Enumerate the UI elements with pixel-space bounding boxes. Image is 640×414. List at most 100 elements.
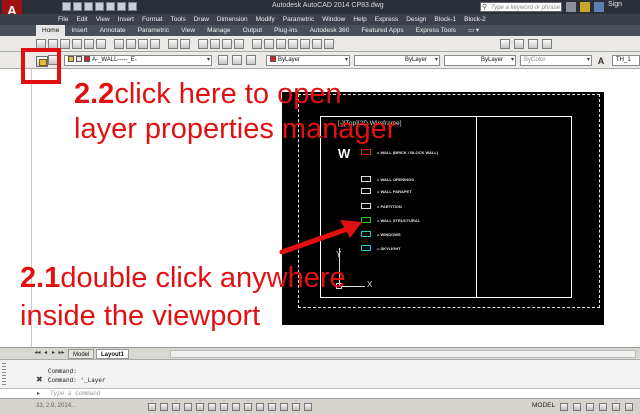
- properties-icon[interactable]: [252, 39, 262, 49]
- search-input[interactable]: ⚲ Type a keyword or phrase: [480, 2, 562, 12]
- zoom-previous-icon[interactable]: [234, 39, 244, 49]
- tab-express-tools[interactable]: Express Tools: [410, 25, 462, 36]
- tab-model[interactable]: Model: [68, 349, 95, 359]
- menu-file[interactable]: File: [58, 14, 76, 25]
- pan-icon[interactable]: [198, 39, 208, 49]
- quick-view-layouts-icon[interactable]: [560, 403, 568, 411]
- quickcalc-icon[interactable]: [312, 39, 322, 49]
- layer-previous-icon[interactable]: [232, 55, 242, 65]
- ortho-icon[interactable]: [172, 403, 180, 411]
- save-as-icon[interactable]: [95, 2, 104, 11]
- otrack-icon[interactable]: [220, 403, 228, 411]
- menu-help[interactable]: Help: [353, 14, 374, 25]
- layer-combo[interactable]: A-_WALL-----_E- ▾: [64, 55, 212, 66]
- first-layout-icon[interactable]: ◂◂: [34, 350, 41, 357]
- command-line-grip[interactable]: [2, 363, 6, 385]
- sc-icon[interactable]: [292, 403, 300, 411]
- tab-view[interactable]: View: [175, 25, 201, 36]
- tab-featured-apps[interactable]: Featured Apps: [355, 25, 409, 36]
- menu-modify[interactable]: Modify: [256, 14, 283, 25]
- tool-palettes-icon[interactable]: [276, 39, 286, 49]
- mleaderstyle-icon[interactable]: [542, 39, 552, 49]
- textstyle-combo[interactable]: TH_1: [612, 55, 640, 66]
- copy-icon[interactable]: [126, 39, 136, 49]
- prev-layout-icon[interactable]: ◂: [42, 350, 49, 357]
- menu-insert[interactable]: Insert: [118, 14, 142, 25]
- command-prompt-icon[interactable]: ▸: [37, 390, 40, 397]
- plotstyle-combo[interactable]: ByColor ▾: [520, 55, 592, 66]
- text-style-icon[interactable]: A: [596, 56, 606, 66]
- menu-window[interactable]: Window: [322, 14, 353, 25]
- redo-icon[interactable]: [180, 39, 190, 49]
- tablestyle-icon[interactable]: [528, 39, 538, 49]
- menu-parametric[interactable]: Parametric: [283, 14, 322, 25]
- grid-icon[interactable]: [160, 403, 168, 411]
- tab-panel-toggle[interactable]: ▭ ▾: [462, 25, 485, 36]
- annotation-scale-icon[interactable]: [586, 403, 594, 411]
- make-current-icon[interactable]: [218, 55, 228, 65]
- menu-block-1[interactable]: Block-1: [434, 14, 464, 25]
- color-combo[interactable]: ByLayer ▾: [266, 55, 350, 66]
- save-icon[interactable]: [84, 2, 93, 11]
- osnap-icon[interactable]: [196, 403, 204, 411]
- horizontal-scrollbar[interactable]: [170, 350, 636, 358]
- tab-insert[interactable]: Insert: [65, 25, 93, 36]
- tab-autodesk-360[interactable]: Autodesk 360: [304, 25, 356, 36]
- command-input[interactable]: Type a command: [50, 390, 100, 397]
- tab-home[interactable]: Home: [36, 25, 66, 36]
- am-icon[interactable]: [304, 403, 312, 411]
- 3dosnap-icon[interactable]: [208, 403, 216, 411]
- star-icon[interactable]: [580, 2, 590, 12]
- design-center-icon[interactable]: [264, 39, 274, 49]
- layer-match-icon[interactable]: [246, 55, 256, 65]
- snap-icon[interactable]: [148, 403, 156, 411]
- publish-icon[interactable]: [96, 39, 106, 49]
- redo-icon[interactable]: [128, 2, 137, 11]
- undo-icon[interactable]: [117, 2, 126, 11]
- workspace-icon[interactable]: [599, 403, 607, 411]
- paste-icon[interactable]: [138, 39, 148, 49]
- menu-tools[interactable]: Tools: [171, 14, 194, 25]
- sign-in-link[interactable]: Sign: [608, 1, 622, 8]
- save-icon[interactable]: [60, 39, 70, 49]
- qp-icon[interactable]: [280, 403, 288, 411]
- markup-icon[interactable]: [300, 39, 310, 49]
- zoom-realtime-icon[interactable]: [210, 39, 220, 49]
- transparency-icon[interactable]: [268, 403, 276, 411]
- undo-icon[interactable]: [168, 39, 178, 49]
- dyn-icon[interactable]: [244, 403, 252, 411]
- menu-format[interactable]: Format: [142, 14, 171, 25]
- menu-view[interactable]: View: [96, 14, 118, 25]
- tab-annotate[interactable]: Annotate: [94, 25, 132, 36]
- tab-parametric[interactable]: Parametric: [132, 25, 175, 36]
- tab-manage[interactable]: Manage: [201, 25, 237, 36]
- binoculars-icon[interactable]: [566, 2, 576, 12]
- cut-icon[interactable]: [114, 39, 124, 49]
- new-icon[interactable]: [62, 2, 71, 11]
- tab-layout1[interactable]: Layout1: [96, 349, 130, 359]
- open-icon[interactable]: [73, 2, 82, 11]
- linetype-combo[interactable]: ByLayer ▾: [354, 55, 440, 66]
- user-icon[interactable]: [594, 2, 604, 12]
- fullscreen-icon[interactable]: [625, 403, 633, 411]
- menu-edit[interactable]: Edit: [76, 14, 95, 25]
- polar-icon[interactable]: [184, 403, 192, 411]
- menu-block-2[interactable]: Block-2: [464, 14, 494, 25]
- lock-icon[interactable]: [612, 403, 620, 411]
- menu-design[interactable]: Design: [406, 14, 434, 25]
- plot-icon[interactable]: [72, 39, 82, 49]
- lweight-icon[interactable]: [256, 403, 264, 411]
- quick-view-drawings-icon[interactable]: [573, 403, 581, 411]
- model-space-toggle[interactable]: MODEL: [532, 402, 555, 409]
- sheet-set-icon[interactable]: [288, 39, 298, 49]
- next-layout-icon[interactable]: ▸: [50, 350, 57, 357]
- preview-icon[interactable]: [84, 39, 94, 49]
- print-icon[interactable]: [106, 2, 115, 11]
- last-layout-icon[interactable]: ▸▸: [58, 350, 65, 357]
- tab-output[interactable]: Output: [237, 25, 269, 36]
- ducs-icon[interactable]: [232, 403, 240, 411]
- tab-plug-ins[interactable]: Plug-ins: [268, 25, 303, 36]
- help-icon[interactable]: [324, 39, 334, 49]
- lineweight-combo[interactable]: ByLayer ▾: [444, 55, 516, 66]
- close-icon[interactable]: ✖: [36, 375, 43, 384]
